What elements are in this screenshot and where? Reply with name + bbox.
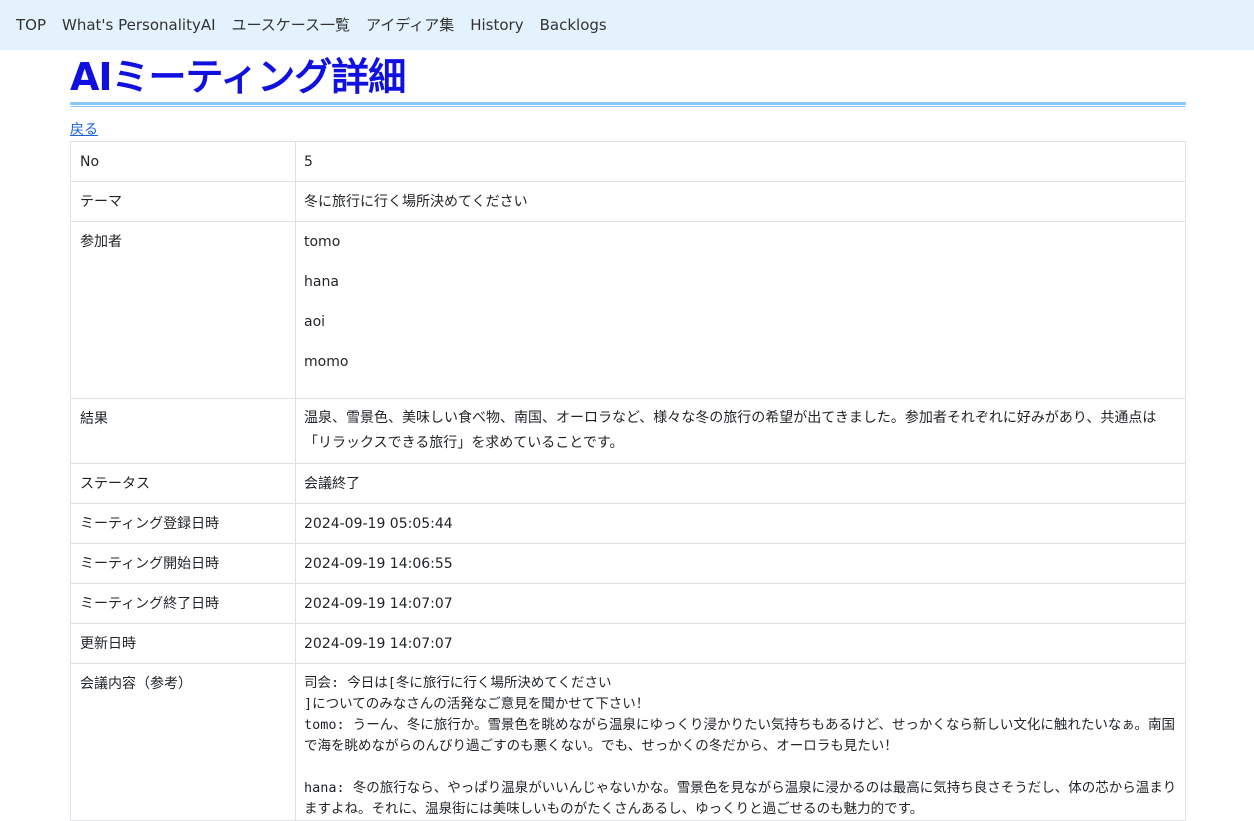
table-row-status: ステータス 会議終了 [70,463,1186,504]
title-divider [70,102,1186,107]
row-value-started: 2024-09-19 14:06:55 [295,543,1186,584]
table-row-updated: 更新日時 2024-09-19 14:07:07 [70,623,1186,664]
row-value-result: 温泉、雪景色、美味しい食べ物、南国、オーロラなど、様々な冬の旅行の希望が出てきま… [295,398,1186,464]
nav-link-history[interactable]: History [462,0,531,50]
table-row-participants: 参加者 tomo hana aoi momo [70,221,1186,399]
nav-link-backlogs[interactable]: Backlogs [532,0,615,50]
row-label-result: 結果 [70,398,296,464]
nav-link-ideas[interactable]: アイディア集 [358,0,462,50]
row-value-registered: 2024-09-19 05:05:44 [295,503,1186,544]
row-label-started: ミーティング開始日時 [70,543,296,584]
table-row-theme: テーマ 冬に旅行に行く場所決めてください [70,181,1186,222]
table-row-result: 結果 温泉、雪景色、美味しい食べ物、南国、オーロラなど、様々な冬の旅行の希望が出… [70,398,1186,464]
table-row-ended: ミーティング終了日時 2024-09-19 14:07:07 [70,583,1186,624]
participant-name: momo [304,354,349,370]
result-text: 温泉、雪景色、美味しい食べ物、南国、オーロラなど、様々な冬の旅行の希望が出てきま… [304,410,1157,451]
meeting-log-text: 司会: 今日は[冬に旅行に行く場所決めてください ]についてのみなさんの活発なご… [304,675,1177,817]
row-label-ended: ミーティング終了日時 [70,583,296,624]
page-title: AIミーティング詳細 [70,55,406,99]
row-label-no: No [70,141,296,182]
row-label-updated: 更新日時 [70,623,296,664]
row-value-ended: 2024-09-19 14:07:07 [295,583,1186,624]
row-value-updated: 2024-09-19 14:07:07 [295,623,1186,664]
nav-link-top[interactable]: TOP [8,0,54,50]
row-value-status: 会議終了 [295,463,1186,504]
table-row-no: No 5 [70,141,1186,182]
main-container: AIミーティング詳細 戻る No 5 テーマ 冬に旅行に行く場所決めてください … [70,50,1186,821]
nav-link-usecase-list[interactable]: ユースケース一覧 [224,0,359,50]
row-label-theme: テーマ [70,181,296,222]
nav-link-whats-personalityai[interactable]: What's PersonalityAI [54,0,224,50]
meeting-detail-table: No 5 テーマ 冬に旅行に行く場所決めてください 参加者 tomo hana … [70,141,1186,821]
row-label-log: 会議内容（参考） [70,663,296,821]
table-row-log: 会議内容（参考） 司会: 今日は[冬に旅行に行く場所決めてください ]についての… [70,663,1186,821]
row-value-participants: tomo hana aoi momo [295,221,1186,399]
row-label-registered: ミーティング登録日時 [70,503,296,544]
row-label-status: ステータス [70,463,296,504]
table-row-registered: ミーティング登録日時 2024-09-19 05:05:44 [70,503,1186,544]
row-value-log: 司会: 今日は[冬に旅行に行く場所決めてください ]についてのみなさんの活発なご… [295,663,1186,821]
participant-name: hana [304,274,339,290]
row-value-theme: 冬に旅行に行く場所決めてください [295,181,1186,222]
row-value-no: 5 [295,141,1186,182]
table-row-started: ミーティング開始日時 2024-09-19 14:06:55 [70,543,1186,584]
back-link[interactable]: 戻る [70,119,98,139]
top-navbar: TOP What's PersonalityAI ユースケース一覧 アイディア集… [0,0,1254,50]
participant-name: aoi [304,314,326,330]
participant-name: tomo [304,234,341,250]
row-label-participants: 参加者 [70,221,296,399]
